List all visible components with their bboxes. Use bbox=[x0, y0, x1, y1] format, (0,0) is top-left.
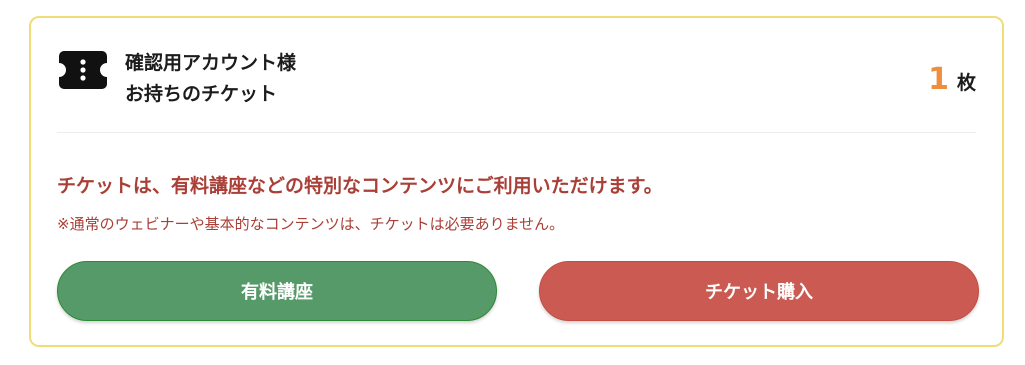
header-divider bbox=[57, 132, 976, 133]
ticket-count-value: 1 bbox=[928, 62, 949, 97]
buy-ticket-button[interactable]: チケット購入 bbox=[539, 261, 979, 321]
owner-name: 確認用アカウント様 bbox=[125, 52, 297, 74]
ticket-count-unit: 枚 bbox=[956, 72, 976, 94]
ticket-icon bbox=[59, 51, 107, 89]
ticket-usage-notice: チケットは、有料講座などの特別なコンテンツにご利用いただけます。 bbox=[57, 175, 663, 197]
ticket-card: 確認用アカウント様 お持ちのチケット 1 枚 チケットは、有料講座などの特別なコ… bbox=[29, 16, 1004, 347]
ticket-usage-note: ※通常のウェビナーや基本的なコンテンツは、チケットは必要ありません。 bbox=[57, 215, 565, 233]
ticket-count: 1 枚 bbox=[928, 62, 976, 97]
paid-courses-button[interactable]: 有料講座 bbox=[57, 261, 497, 321]
owner-ticket-caption: お持ちのチケット bbox=[125, 83, 278, 105]
ticket-card-header: 確認用アカウント様 お持ちのチケット 1 枚 bbox=[31, 18, 1002, 133]
ticket-owner-label: 確認用アカウント様 お持ちのチケット bbox=[125, 48, 296, 110]
